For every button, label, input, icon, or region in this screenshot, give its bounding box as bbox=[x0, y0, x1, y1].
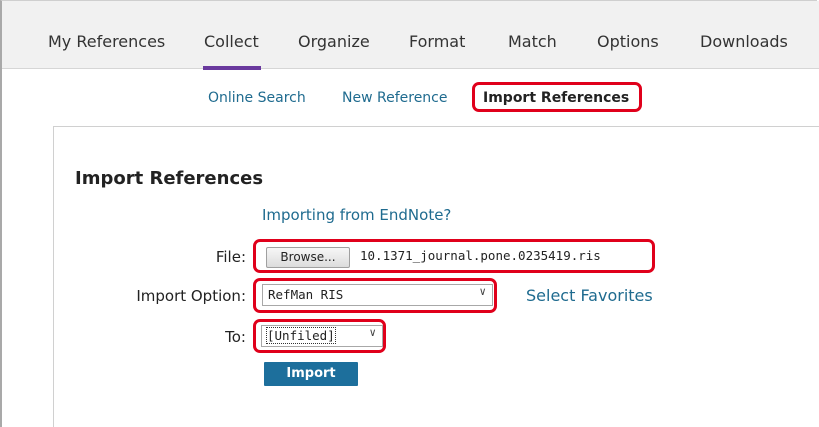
folder-select[interactable]: [Unfiled] ∨ bbox=[261, 325, 383, 347]
browse-button[interactable]: Browse... bbox=[266, 247, 350, 268]
page-title: Import References bbox=[75, 168, 264, 189]
subnav-new-reference[interactable]: New Reference bbox=[342, 90, 448, 106]
chevron-down-icon: ∨ bbox=[369, 326, 376, 339]
import-button[interactable]: Import bbox=[264, 362, 358, 386]
tab-collect[interactable]: Collect bbox=[204, 32, 259, 51]
file-label: File: bbox=[215, 248, 246, 266]
subnav-import-references[interactable]: Import References bbox=[472, 82, 642, 112]
active-tab-indicator bbox=[203, 66, 261, 70]
to-label: To: bbox=[225, 328, 246, 346]
subnav-online-search[interactable]: Online Search bbox=[208, 90, 306, 106]
tab-options[interactable]: Options bbox=[597, 32, 659, 51]
folder-select-value: [Unfiled] bbox=[266, 327, 336, 344]
importing-from-endnote-link[interactable]: Importing from EndNote? bbox=[262, 206, 451, 224]
tab-organize[interactable]: Organize bbox=[298, 32, 370, 51]
tab-match[interactable]: Match bbox=[508, 32, 557, 51]
tab-my-references[interactable]: My References bbox=[48, 32, 165, 51]
import-option-value: RefMan RIS bbox=[268, 287, 344, 302]
tab-format[interactable]: Format bbox=[409, 32, 465, 51]
selected-file-name: 10.1371_journal.pone.0235419.ris bbox=[360, 248, 601, 263]
import-option-label: Import Option: bbox=[136, 287, 246, 305]
import-option-select[interactable]: RefMan RIS ∨ bbox=[262, 284, 493, 306]
tab-downloads[interactable]: Downloads bbox=[700, 32, 788, 51]
subnav-import-references-label: Import References bbox=[483, 90, 630, 106]
chevron-down-icon: ∨ bbox=[479, 285, 486, 298]
select-favorites-link[interactable]: Select Favorites bbox=[526, 286, 653, 305]
